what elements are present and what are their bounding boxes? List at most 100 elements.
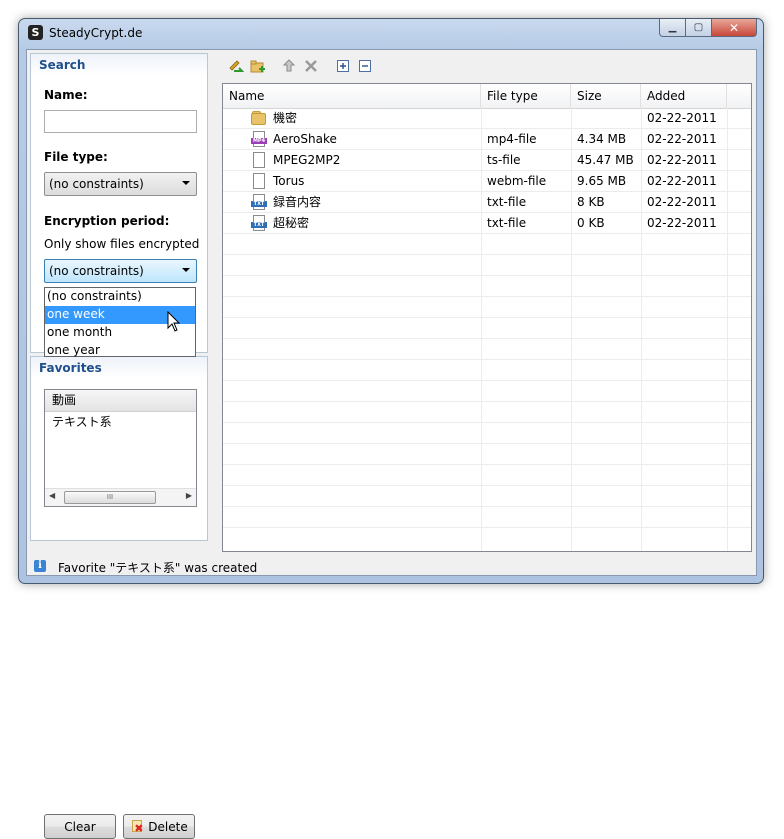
empty-row[interactable] (223, 381, 751, 402)
file-list-header: Name File type Size Added (223, 84, 751, 109)
empty-row[interactable] (223, 507, 751, 528)
column-header-added[interactable]: Added (641, 84, 727, 108)
delete-button-label: Delete (148, 819, 188, 834)
empty-row[interactable] (223, 234, 751, 255)
column-header-size[interactable]: Size (571, 84, 641, 108)
favorites-panel: Favorites 動画 テキスト系 ◀ III ▶ Clear ✖ Delet… (30, 356, 208, 839)
encryption-period-value: (no constraints) (49, 264, 144, 278)
folder-add-icon (250, 60, 265, 73)
file-name-cell: MPEG2MP2 (223, 150, 481, 170)
scroll-thumb[interactable]: III (64, 491, 156, 504)
move-up-button[interactable] (281, 58, 297, 74)
delete-button[interactable]: ✖ Delete (123, 814, 195, 839)
blank-file-icon (251, 152, 267, 168)
minimize-button[interactable]: ▁ (659, 19, 686, 37)
scroll-left-icon[interactable]: ◀ (49, 491, 55, 500)
status-text: Favorite "テキスト系" was created (58, 561, 258, 575)
title-bar[interactable]: S SteadyCrypt.de ▁ ▢ ✕ (19, 19, 763, 49)
favorites-hscrollbar[interactable]: ◀ III ▶ (45, 488, 196, 506)
file-added-cell: 02-22-2011 (647, 195, 717, 209)
empty-row[interactable] (223, 360, 751, 381)
minimize-icon: ▁ (668, 22, 677, 33)
arrow-up-icon (282, 59, 296, 72)
blank-file-icon (251, 173, 267, 189)
file-row[interactable]: Torus webm-file 9.65 MB 02-22-2011 (223, 171, 751, 192)
dropdown-option[interactable]: (no constraints) (45, 288, 195, 306)
name-input[interactable] (44, 110, 197, 133)
file-row[interactable]: MPEG2MP2 ts-file 45.47 MB 02-22-2011 (223, 150, 751, 171)
maximize-icon: ▢ (693, 22, 704, 33)
encryption-period-select[interactable]: (no constraints) (44, 259, 197, 283)
file-type-label: File type: (44, 150, 108, 164)
dropdown-option[interactable]: one year (45, 342, 195, 360)
file-added-cell: 02-22-2011 (647, 216, 717, 230)
delete-icon: ✖ (132, 819, 144, 835)
close-button[interactable]: ✕ (712, 19, 757, 37)
file-size-cell: 8 KB (577, 195, 605, 209)
file-type-value: (no constraints) (49, 177, 144, 191)
clear-button[interactable]: Clear (44, 814, 116, 839)
mp4-file-icon: MP4 (251, 131, 267, 147)
file-name: Torus (273, 174, 305, 188)
clear-button-label: Clear (64, 819, 96, 834)
file-added-cell: 02-22-2011 (647, 132, 717, 146)
expand-icon (337, 60, 349, 72)
file-row[interactable]: MP4 AeroShake mp4-file 4.34 MB 02-22-2011 (223, 129, 751, 150)
column-header-name[interactable]: Name (223, 84, 481, 108)
decrypt-button[interactable] (228, 58, 244, 74)
close-icon: ✕ (728, 20, 740, 35)
info-icon: i (34, 560, 46, 572)
empty-row[interactable] (223, 465, 751, 486)
file-size-cell (571, 108, 641, 128)
search-title: Search (31, 54, 207, 76)
encryption-hint: Only show files encrypted (44, 237, 200, 251)
file-list[interactable]: Name File type Size Added 機密 02-22-2011 MP… (222, 83, 752, 552)
file-type-cell: txt-file (487, 216, 527, 230)
favorite-item[interactable]: テキスト系 (45, 412, 196, 432)
empty-row[interactable] (223, 444, 751, 465)
empty-row[interactable] (223, 486, 751, 507)
chevron-down-icon (182, 268, 190, 272)
file-name: 録音内容 (273, 195, 322, 209)
file-size-cell: 4.34 MB (577, 132, 627, 146)
file-added-cell: 02-22-2011 (647, 153, 717, 167)
txt-file-icon: TXT (251, 215, 267, 231)
add-folder-button[interactable] (250, 58, 266, 74)
x-icon (305, 60, 317, 72)
empty-row[interactable] (223, 276, 751, 297)
favorites-list[interactable]: 動画 テキスト系 ◀ III ▶ (44, 389, 197, 507)
empty-row[interactable] (223, 297, 751, 318)
file-size-cell: 0 KB (577, 216, 605, 230)
file-row[interactable]: TXT 超秘密 txt-file 0 KB 02-22-2011 (223, 213, 751, 234)
empty-row[interactable] (223, 255, 751, 276)
window-title: SteadyCrypt.de (49, 26, 143, 40)
favorite-item[interactable]: 動画 (45, 390, 196, 412)
empty-row[interactable] (223, 339, 751, 360)
empty-row[interactable] (223, 402, 751, 423)
file-name-cell: TXT 超秘密 (223, 213, 481, 233)
file-type-select[interactable]: (no constraints) (44, 172, 197, 196)
file-name: AeroShake (273, 132, 337, 146)
file-row[interactable]: 機密 02-22-2011 (223, 108, 751, 129)
file-size-cell: 45.47 MB (577, 153, 634, 167)
file-row[interactable]: TXT 録音内容 txt-file 8 KB 02-22-2011 (223, 192, 751, 213)
file-name: 機密 (273, 111, 298, 125)
expand-all-button[interactable] (335, 58, 351, 74)
file-name: MPEG2MP2 (273, 153, 341, 167)
file-size-cell: 9.65 MB (577, 174, 627, 188)
collapse-all-button[interactable] (357, 58, 373, 74)
name-label: Name: (44, 88, 88, 102)
empty-row[interactable] (223, 318, 751, 339)
remove-button[interactable] (303, 58, 319, 74)
file-type-cell: txt-file (487, 195, 527, 209)
file-type-cell: webm-file (487, 174, 547, 188)
column-header-file-type[interactable]: File type (481, 84, 571, 108)
file-name-cell: TXT 録音内容 (223, 192, 481, 212)
scroll-right-icon[interactable]: ▶ (186, 491, 192, 500)
empty-row[interactable] (223, 423, 751, 444)
status-bar: i Favorite "テキスト系" was created (27, 556, 756, 576)
maximize-button[interactable]: ▢ (686, 19, 712, 37)
file-type-cell: ts-file (487, 153, 521, 167)
key-arrow-icon (229, 60, 244, 72)
file-name-cell: Torus (223, 171, 481, 191)
